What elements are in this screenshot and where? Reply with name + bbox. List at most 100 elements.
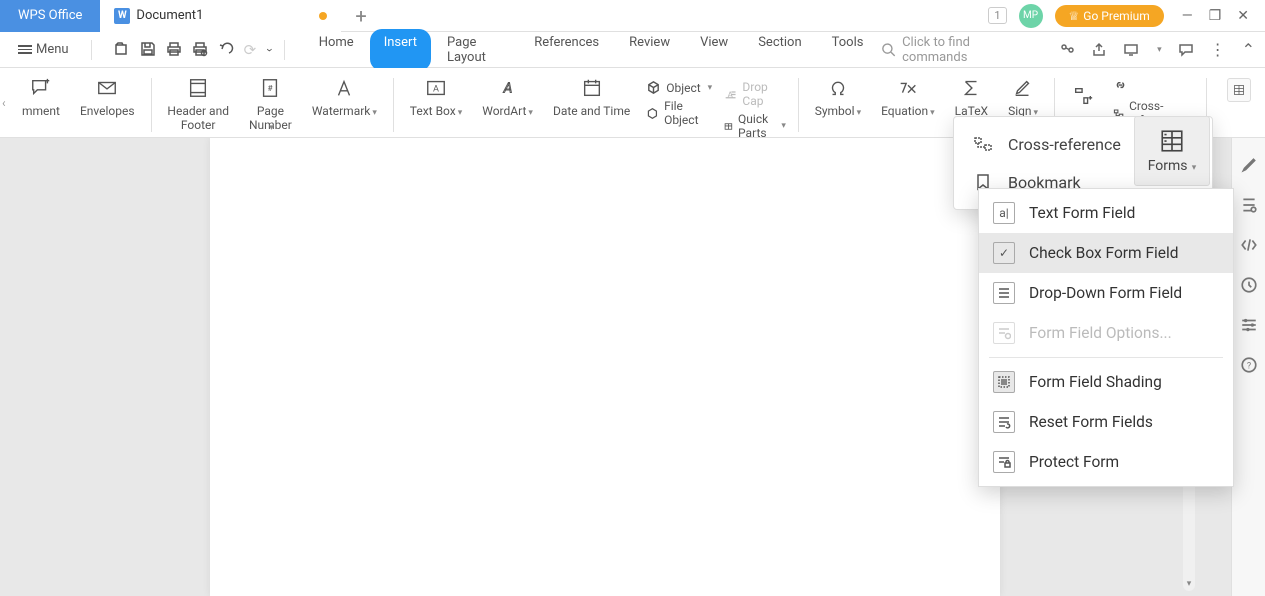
print-icon[interactable]	[166, 41, 182, 59]
symbol-button[interactable]: Symbol▾	[805, 74, 871, 121]
equation-button[interactable]: Equation▾	[871, 74, 945, 121]
svg-text:#: #	[268, 84, 273, 94]
hyperlink-group-icon[interactable]	[1061, 74, 1105, 110]
object-icon	[646, 80, 661, 95]
link-icon	[1113, 78, 1128, 93]
chevron-down-icon: ▾	[269, 123, 274, 133]
divider	[284, 40, 285, 60]
menu-dropdown-form-field[interactable]: Drop-Down Form Field	[979, 273, 1233, 313]
share-icon[interactable]	[1059, 42, 1075, 58]
save-icon[interactable]	[140, 41, 156, 59]
menu-reset-form-fields[interactable]: Reset Form Fields	[979, 402, 1233, 442]
print-preview-icon[interactable]	[192, 41, 208, 59]
menu-label: Menu	[36, 42, 69, 57]
pencil-panel-icon[interactable]	[1240, 156, 1258, 174]
tab-references[interactable]: References	[520, 29, 613, 71]
redo-icon[interactable]: ⟳	[244, 41, 257, 59]
open-icon[interactable]	[114, 41, 130, 59]
app-tab[interactable]: WPS Office	[0, 0, 100, 32]
history-panel-icon[interactable]	[1240, 276, 1258, 294]
svg-text:A: A	[433, 85, 439, 95]
object-button[interactable]: Object▾	[646, 80, 712, 95]
go-premium-button[interactable]: ♕ Go Premium	[1055, 5, 1164, 27]
watermark-icon	[332, 76, 356, 100]
drop-cap-icon: A	[724, 87, 737, 102]
tab-tools[interactable]: Tools	[818, 29, 878, 71]
date-time-button[interactable]: Date and Time	[543, 74, 640, 120]
forms-icon	[1159, 128, 1185, 154]
forms-toolbar-button[interactable]	[1217, 74, 1261, 104]
calendar-icon	[580, 76, 604, 100]
menu-text-form-field[interactable]: a| Text Form Field	[979, 193, 1233, 233]
document-tab[interactable]: W Document1	[100, 0, 341, 32]
quick-parts-button[interactable]: Quick Parts▾	[724, 112, 786, 140]
file-icon	[646, 106, 659, 121]
menu-form-field-shading[interactable]: Form Field Shading	[979, 362, 1233, 402]
bookmark-small-button[interactable]	[1113, 78, 1192, 93]
screen-icon[interactable]	[1123, 42, 1139, 58]
text-field-icon: a|	[993, 202, 1015, 224]
kebab-icon[interactable]: ⋮	[1210, 40, 1226, 59]
settings-panel-icon[interactable]	[1240, 316, 1258, 334]
wordart-button[interactable]: A WordArt▾	[472, 74, 543, 121]
envelope-icon	[95, 76, 119, 100]
collapse-ribbon-icon[interactable]: ⌃	[1242, 40, 1255, 59]
titlebar: WPS Office W Document1 + 1 MP ♕ Go Premi…	[0, 0, 1265, 32]
tab-insert[interactable]: Insert	[370, 29, 431, 71]
code-panel-icon[interactable]	[1240, 236, 1258, 254]
scroll-down-icon[interactable]: ▾	[1183, 579, 1195, 589]
unsaved-indicator	[319, 12, 327, 20]
quick-parts-icon	[724, 119, 733, 134]
minimize-button[interactable]: —	[1182, 8, 1193, 24]
shading-icon	[993, 371, 1015, 393]
text-box-icon: A	[424, 76, 448, 100]
style-panel-icon[interactable]	[1240, 196, 1258, 214]
tab-home[interactable]: Home	[305, 29, 368, 71]
search-placeholder: Click to find commands	[902, 35, 1035, 65]
export-icon[interactable]	[1091, 42, 1107, 58]
header-footer-button[interactable]: Header and Footer	[157, 74, 239, 135]
quick-access-toolbar: ⟳ ›	[114, 41, 270, 59]
command-search[interactable]: Click to find commands	[881, 35, 1035, 65]
tab-view[interactable]: View	[686, 29, 742, 71]
window-badge[interactable]: 1	[988, 7, 1006, 24]
tab-page-layout[interactable]: Page Layout	[433, 29, 518, 71]
comment-button[interactable]: mment	[12, 74, 70, 120]
document-icon: W	[114, 8, 130, 24]
document-name-label: Document1	[136, 8, 203, 23]
svg-text:?: ?	[1246, 361, 1250, 371]
menu-checkbox-form-field[interactable]: ✓ Check Box Form Field	[979, 233, 1233, 273]
tab-section[interactable]: Section	[744, 29, 815, 71]
pen-icon	[1011, 76, 1035, 100]
checkbox-icon: ✓	[993, 242, 1015, 264]
lock-icon	[993, 451, 1015, 473]
forms-dropdown-button[interactable]: Forms ▾	[1134, 116, 1210, 186]
watermark-button[interactable]: Watermark▾	[302, 74, 387, 121]
tab-review[interactable]: Review	[615, 29, 684, 71]
latex-button[interactable]: LaTeX	[945, 74, 998, 120]
menu-toggle[interactable]: Menu	[10, 38, 77, 61]
user-avatar[interactable]: MP	[1019, 4, 1043, 28]
comment-pane-icon[interactable]	[1178, 42, 1194, 58]
svg-text:A: A	[502, 81, 512, 97]
menubar: Menu ⟳ › Home Insert Page Layout Referen…	[0, 32, 1265, 68]
menu-protect-form[interactable]: Protect Form	[979, 442, 1233, 482]
text-box-button[interactable]: A Text Box▾	[400, 74, 472, 121]
menu-separator	[989, 357, 1223, 358]
document-page[interactable]	[210, 138, 1000, 596]
scroll-left-icon[interactable]: ‹	[0, 96, 8, 110]
undo-icon[interactable]	[218, 41, 234, 59]
omega-icon	[826, 76, 850, 100]
menu-form-field-options: Form Field Options...	[979, 313, 1233, 353]
forms-submenu: a| Text Form Field ✓ Check Box Form Fiel…	[978, 188, 1234, 487]
maximize-button[interactable]: ❐	[1209, 8, 1222, 24]
sign-button[interactable]: Sign▾	[998, 74, 1048, 121]
close-button[interactable]: ✕	[1237, 8, 1249, 24]
help-panel-icon[interactable]: ?	[1240, 356, 1258, 374]
new-tab-button[interactable]: +	[341, 0, 380, 32]
more-icon[interactable]: ›	[259, 48, 277, 52]
envelopes-button[interactable]: Envelopes	[70, 74, 145, 120]
file-object-button[interactable]: File Object	[646, 99, 712, 127]
chevron-down-icon[interactable]: ▾	[1157, 45, 1162, 55]
search-icon	[881, 42, 896, 57]
